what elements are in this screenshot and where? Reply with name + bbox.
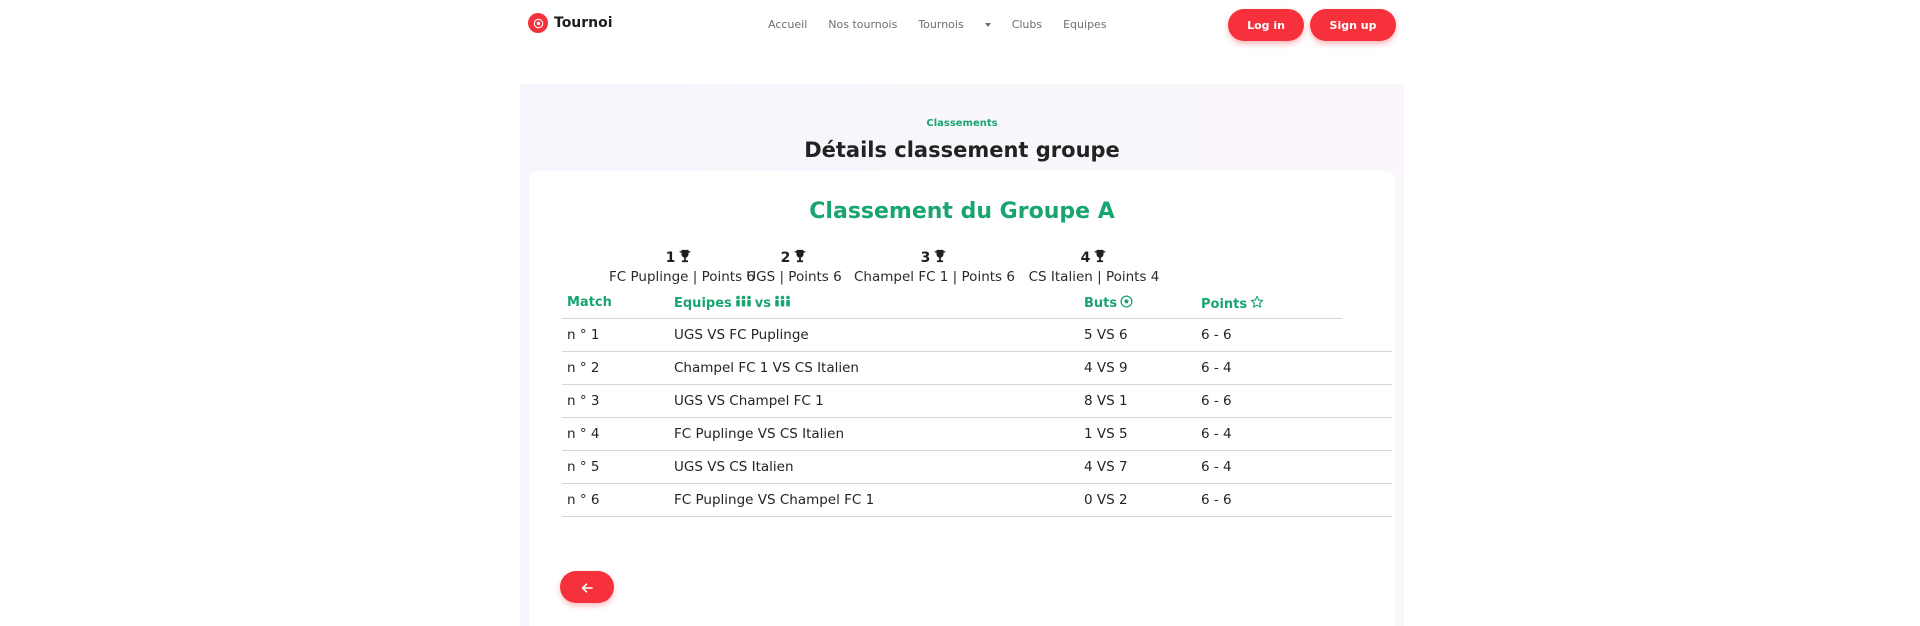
- cell-equipes: UGS VS CS Italien: [674, 459, 794, 475]
- cell-match: n ° 3: [567, 393, 600, 409]
- arrow-left-icon: [581, 578, 593, 597]
- cell-buts: 4 VS 7: [1084, 459, 1128, 475]
- table-row: n ° 5 UGS VS CS Italien 4 VS 7 6 - 4: [562, 451, 1392, 484]
- cell-buts: 8 VS 1: [1084, 393, 1128, 409]
- group-ranking-card: Classement du Groupe A 1 FC Puplinge | P…: [529, 171, 1395, 626]
- nav-dropdown-tournois[interactable]: Tournois: [918, 18, 991, 31]
- cell-equipes: UGS VS FC Puplinge: [674, 327, 809, 343]
- trophy-icon: [793, 249, 807, 267]
- cell-equipes: FC Puplinge VS Champel FC 1: [674, 492, 875, 508]
- cell-buts: 4 VS 9: [1084, 360, 1128, 376]
- soccer-ball-icon: [528, 13, 548, 33]
- soccer-ball-icon: [1120, 295, 1133, 312]
- podium-rank-1: 1 FC Puplinge | Points 6: [609, 249, 756, 285]
- cell-points: 6 - 4: [1201, 426, 1232, 442]
- cell-points: 6 - 6: [1201, 492, 1232, 508]
- brand-name: Tournoi: [554, 15, 613, 31]
- rank-number: 2: [780, 250, 791, 266]
- podium-team: Champel FC 1 | Points 6: [854, 269, 1015, 285]
- header-buts: Buts: [1084, 295, 1133, 312]
- nav-link-accueil[interactable]: Accueil: [768, 18, 807, 31]
- back-button[interactable]: [560, 571, 614, 603]
- header-vs: vs: [754, 295, 771, 311]
- cell-equipes: UGS VS Champel FC 1: [674, 393, 824, 409]
- rank-number: 1: [665, 250, 676, 266]
- table-row: n ° 6 FC Puplinge VS Champel FC 1 0 VS 2…: [562, 484, 1392, 517]
- people-icon: [735, 295, 752, 311]
- brand[interactable]: Tournoi: [528, 13, 613, 33]
- rank-number: 4: [1080, 250, 1091, 266]
- signup-button[interactable]: Sign up: [1310, 9, 1396, 41]
- cell-match: n ° 6: [567, 492, 600, 508]
- cell-match: n ° 1: [567, 327, 600, 343]
- podium-team: FC Puplinge | Points 6: [609, 269, 756, 285]
- caret-down-icon: [984, 23, 991, 27]
- header-equipes: Equipes vs: [674, 295, 791, 311]
- cell-points: 6 - 4: [1201, 360, 1232, 376]
- navbar: Tournoi Accueil Nos tournois Tournois Cl…: [0, 0, 1920, 50]
- header-buts-label: Buts: [1084, 296, 1118, 311]
- nav-dropdown-label: Tournois: [918, 18, 964, 31]
- cell-buts: 1 VS 5: [1084, 426, 1128, 442]
- matches-table: Match Equipes vs Buts Points n ° 1 UGS V…: [562, 287, 1392, 517]
- cell-equipes: Champel FC 1 VS CS Italien: [674, 360, 859, 376]
- header-points: Points: [1201, 295, 1264, 313]
- cell-points: 6 - 6: [1201, 327, 1232, 343]
- cell-equipes: FC Puplinge VS CS Italien: [674, 426, 845, 442]
- trophy-icon: [933, 249, 947, 267]
- podium-team: UGS | Points 6: [746, 269, 842, 285]
- table-row: n ° 1 UGS VS FC Puplinge 5 VS 6 6 - 6: [562, 319, 1392, 352]
- header-points-label: Points: [1201, 296, 1248, 312]
- page-title: Détails classement groupe: [804, 138, 1120, 162]
- star-icon: [1250, 295, 1264, 313]
- rank-number: 3: [920, 250, 931, 266]
- cell-match: n ° 4: [567, 426, 600, 442]
- table-row: n ° 2 Champel FC 1 VS CS Italien 4 VS 9 …: [562, 352, 1392, 385]
- nav-link-clubs[interactable]: Clubs: [1012, 18, 1042, 31]
- trophy-icon: [1093, 249, 1107, 267]
- login-button[interactable]: Log in: [1228, 9, 1304, 41]
- cell-points: 6 - 4: [1201, 459, 1232, 475]
- cell-points: 6 - 6: [1201, 393, 1232, 409]
- header-equipes-label: Equipes: [674, 295, 732, 311]
- table-row: n ° 4 FC Puplinge VS CS Italien 1 VS 5 6…: [562, 418, 1392, 451]
- nav-links: Accueil Nos tournois Tournois Clubs Equi…: [768, 18, 1107, 31]
- cell-buts: 0 VS 2: [1084, 492, 1128, 508]
- table-header: Match Equipes vs Buts Points: [562, 287, 1342, 319]
- people-icon: [774, 295, 791, 311]
- cell-match: n ° 5: [567, 459, 600, 475]
- nav-link-equipes[interactable]: Equipes: [1063, 18, 1106, 31]
- podium-team: CS Italien | Points 4: [1028, 269, 1160, 285]
- table-row: n ° 3 UGS VS Champel FC 1 8 VS 1 6 - 6: [562, 385, 1392, 418]
- cell-match: n ° 2: [567, 360, 600, 376]
- cell-buts: 5 VS 6: [1084, 327, 1128, 343]
- trophy-icon: [678, 249, 692, 267]
- header-match: Match: [567, 295, 612, 310]
- nav-link-nos-tournois[interactable]: Nos tournois: [828, 18, 897, 31]
- podium-rank-4: 4 CS Italien | Points 4: [1024, 249, 1164, 285]
- section-subtitle: Classements: [926, 118, 998, 129]
- podium-rank-3: 3 Champel FC 1 | Points 6: [854, 249, 1015, 285]
- group-title: Classement du Groupe A: [809, 199, 1115, 224]
- podium-rank-2: 2 UGS | Points 6: [744, 249, 844, 285]
